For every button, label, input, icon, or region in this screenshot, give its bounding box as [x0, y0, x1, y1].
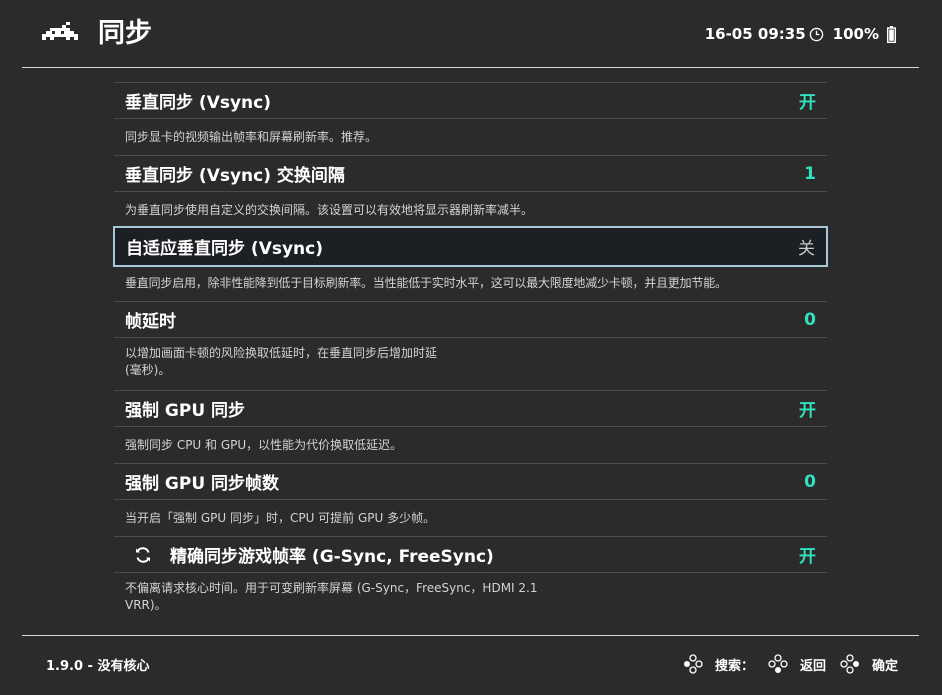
setting-frame-delay[interactable]: 帧延时 0 — [114, 301, 827, 338]
setting-value: 关 — [798, 239, 815, 259]
description-line: (毫秒)。 — [125, 363, 171, 377]
setting-label: 精确同步游戏帧率 (G-Sync, FreeSync) — [170, 547, 494, 567]
description-line: 以增加画面卡顿的风险换取低延时，在垂直同步后增加时延 — [125, 346, 438, 360]
setting-label: 垂直同步 (Vsync) — [125, 93, 271, 113]
header-divider — [22, 67, 919, 68]
battery-percent: 100% — [832, 25, 879, 43]
setting-description: 为垂直同步使用自定义的交换间隔。该设置可以有效地将显示器刷新率减半。 — [125, 202, 534, 217]
page-title: 同步 — [98, 18, 152, 49]
hint-label: 确定 — [871, 658, 898, 674]
gamepad-buttons-icon — [768, 654, 788, 673]
setting-description: 当开启「强制 GPU 同步」时，CPU 可提前 GPU 多少帧。 — [125, 510, 436, 525]
setting-value: 开 — [799, 401, 816, 421]
hint-search[interactable]: 搜索： — [683, 654, 754, 674]
sync-refresh-icon — [136, 546, 150, 563]
description-line: VRR)。 — [125, 598, 167, 612]
setting-description: 以增加画面卡顿的风险换取低延时，在垂直同步后增加时延 (毫秒)。 — [114, 338, 827, 390]
setting-value: 0 — [804, 471, 816, 492]
setting-value: 0 — [804, 309, 816, 330]
setting-value: 开 — [799, 547, 816, 567]
footer-divider — [22, 635, 919, 636]
setting-vsync-swap-interval[interactable]: 垂直同步 (Vsync) 交换间隔 1 — [114, 155, 827, 192]
setting-description: 垂直同步启用，除非性能降到低于目标刷新率。当性能低于实时水平，这可以最大限度地减… — [125, 275, 727, 290]
hint-confirm[interactable]: 确定 — [840, 654, 898, 674]
setting-label: 垂直同步 (Vsync) 交换间隔 — [125, 166, 345, 186]
gamepad-buttons-icon — [683, 654, 703, 674]
setting-label: 强制 GPU 同步 — [125, 401, 246, 421]
setting-adaptive-vsync[interactable]: 自适应垂直同步 (Vsync) 关 — [113, 226, 828, 267]
setting-vsync[interactable]: 垂直同步 (Vsync) 开 — [114, 82, 827, 119]
version-label: 1.9.0 - 没有核心 — [46, 659, 150, 674]
setting-value: 开 — [799, 93, 816, 113]
setting-hard-gpu-sync[interactable]: 强制 GPU 同步 开 — [114, 390, 827, 427]
setting-description: 不偏离请求核心时间。用于可变刷新率屏幕 (G-Sync，FreeSync，HDM… — [114, 573, 827, 619]
setting-label: 自适应垂直同步 (Vsync) — [126, 239, 323, 259]
clock-icon — [809, 27, 823, 41]
controller-hints: 搜索： 返回 确定 — [669, 654, 898, 674]
setting-label: 强制 GPU 同步帧数 — [125, 474, 280, 494]
settings-list: 垂直同步 (Vsync) 开 同步显卡的视频输出帧率和屏幕刷新率。推荐。 垂直同… — [113, 82, 828, 619]
gamepad-buttons-icon — [840, 654, 859, 674]
hint-label: 返回 — [799, 658, 826, 674]
setting-description: 强制同步 CPU 和 GPU，以性能为代价换取低延迟。 — [125, 437, 403, 452]
header-bar: 同步 16-05 09:35 100% — [0, 0, 942, 68]
hint-back[interactable]: 返回 — [768, 654, 826, 674]
setting-label: 帧延时 — [125, 312, 176, 332]
battery-icon — [887, 25, 896, 43]
status-area: 16-05 09:35 100% — [705, 22, 896, 46]
setting-hard-gpu-sync-frames[interactable]: 强制 GPU 同步帧数 0 — [114, 463, 827, 500]
setting-sync-exact-framerate[interactable]: 精确同步游戏帧率 (G-Sync, FreeSync) 开 — [114, 536, 827, 573]
hint-label: 搜索： — [714, 658, 754, 674]
datetime-text: 16-05 09:35 — [704, 25, 806, 43]
description-line: 不偏离请求核心时间。用于可变刷新率屏幕 (G-Sync，FreeSync，HDM… — [125, 581, 538, 595]
setting-value: 1 — [804, 163, 816, 184]
setting-description: 同步显卡的视频输出帧率和屏幕刷新率。推荐。 — [125, 129, 378, 144]
retroarch-invader-icon — [42, 22, 78, 40]
